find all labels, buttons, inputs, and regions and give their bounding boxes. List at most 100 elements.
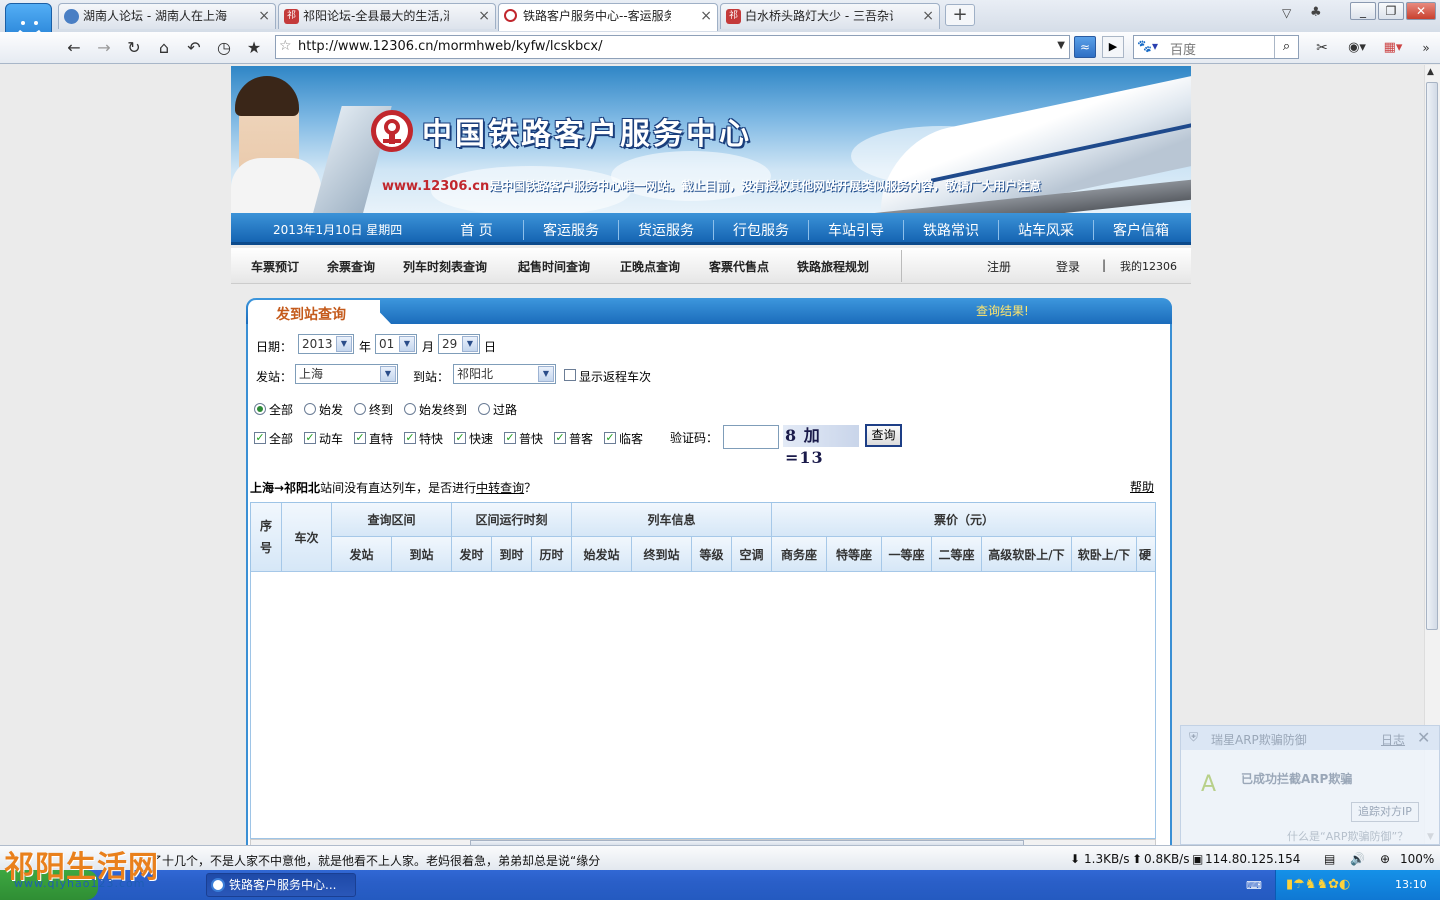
nav-luggage[interactable]: 行包服务 <box>713 220 808 240</box>
captcha-image[interactable]: 8 加 =13 <box>783 425 859 467</box>
subnav-sale-time[interactable]: 起售时间查询 <box>518 258 590 275</box>
radio-passing[interactable] <box>478 403 490 415</box>
search-icon[interactable]: ⌕ <box>1274 36 1298 58</box>
trace-ip-button[interactable]: 追踪对方IP <box>1351 802 1419 822</box>
volume-icon[interactable]: 🔊 <box>1350 852 1365 866</box>
nav-station-style[interactable]: 站车风采 <box>998 220 1093 240</box>
home-icon[interactable]: ⌂ <box>154 38 174 58</box>
no-direct-message: 上海→祁阳北站间没有直达列车，是否进行中转查询？ <box>250 479 536 496</box>
subnav-timetable[interactable]: 列车时刻表查询 <box>403 258 487 275</box>
return-trip-checkbox[interactable] <box>564 369 576 381</box>
close-icon[interactable]: × <box>922 4 934 28</box>
nav-customer-mailbox[interactable]: 客户信箱 <box>1093 220 1188 240</box>
tab-qiyang-forum[interactable]: 祁 祁阳论坛-全县最大的生活,消... × <box>278 3 496 29</box>
tray-app-icons[interactable]: ▮☂♞♞✿◐ <box>1286 877 1350 892</box>
minimize-button[interactable]: _ <box>1350 2 1376 20</box>
check-all[interactable]: ✓ <box>254 432 266 444</box>
nav-station-guide[interactable]: 车站引导 <box>808 220 903 240</box>
my12306-link[interactable]: 我的12306 <box>1120 258 1177 274</box>
check-direct[interactable]: ✓ <box>354 432 366 444</box>
tab-baishui[interactable]: 祁 白水桥头路灯大少 - 三吾杂谈... × <box>720 3 940 29</box>
banner-title: 中国铁路客户服务中心 <box>422 117 752 152</box>
tools-icon[interactable]: ▦▾ <box>1378 38 1408 58</box>
check-temporary[interactable]: ✓ <box>604 432 616 444</box>
check-normal[interactable]: ✓ <box>554 432 566 444</box>
history-icon[interactable]: ◷ <box>214 38 234 58</box>
zoom-icon[interactable]: ⊕ <box>1380 852 1390 866</box>
vertical-scroll-thumb[interactable] <box>1426 82 1438 630</box>
popup-help-link[interactable]: 什么是“ARP欺骗防御”？ <box>1287 828 1408 844</box>
subnav-book-ticket[interactable]: 车票预订 <box>251 258 299 275</box>
radio-all-label: 全部 <box>269 403 294 417</box>
day-unit: 日 <box>484 340 497 354</box>
radio-origin-terminal[interactable] <box>404 403 416 415</box>
taskbar-item-12306[interactable]: 铁路客户服务中心... <box>206 873 356 897</box>
arp-popup: ⛨ 瑞星ARP欺骗防御 日志 ✕ A 已成功拦截ARP欺骗 追踪对方IP 什么是… <box>1180 725 1440 845</box>
chevron-down-icon[interactable]: ▼ <box>1057 40 1065 51</box>
undo-icon[interactable]: ↶ <box>184 38 204 58</box>
year-select[interactable]: 2013 ▼ <box>298 334 354 354</box>
address-bar[interactable]: ☆ http://www.12306.cn/mormhweb/kyfw/lcsk… <box>275 35 1070 59</box>
from-station-select[interactable]: 上海 ▼ <box>295 364 398 384</box>
bookmark-star-icon[interactable]: ☆ <box>279 38 292 54</box>
day-select[interactable]: 29 ▼ <box>438 334 480 354</box>
register-link[interactable]: 注册 <box>987 258 1011 275</box>
scroll-up-icon[interactable]: ▲ <box>1427 67 1434 77</box>
forward-icon[interactable]: → <box>94 38 114 58</box>
nav-home[interactable]: 首 页 <box>429 220 524 240</box>
tab-hunan-forum[interactable]: 湖南人论坛 - 湖南人在上海 ... × <box>58 3 276 29</box>
tab-list-icon[interactable]: ▽ <box>1282 6 1291 20</box>
nav-passenger[interactable]: 客运服务 <box>523 220 618 240</box>
check-express[interactable]: ✓ <box>404 432 416 444</box>
close-window-button[interactable]: ✕ <box>1406 2 1436 20</box>
nav-railway-knowledge[interactable]: 铁路常识 <box>903 220 998 240</box>
close-icon[interactable]: × <box>700 4 712 28</box>
skin-icon[interactable]: ♣ <box>1310 5 1322 20</box>
network-icon: ▣ <box>1192 852 1204 866</box>
baidu-paw-icon[interactable]: 🐾▾ <box>1137 39 1158 53</box>
zoom-level[interactable]: 100% <box>1400 852 1434 866</box>
tab-label: 铁路客户服务中心--客运服务 <box>523 9 671 23</box>
route-text: 上海→祁阳北 <box>250 481 321 495</box>
captcha-input[interactable] <box>723 425 779 449</box>
new-tab-button[interactable]: + <box>945 4 975 26</box>
help-link[interactable]: 帮助 <box>1130 478 1154 495</box>
radio-origin[interactable] <box>304 403 316 415</box>
radio-terminal[interactable] <box>354 403 366 415</box>
search-box[interactable]: 🐾▾ 百度 ⌕ <box>1133 35 1299 59</box>
more-icon[interactable]: » <box>1416 38 1436 58</box>
image-icon[interactable]: ▤ <box>1324 852 1335 866</box>
subnav-delay[interactable]: 正晚点查询 <box>620 258 680 275</box>
transfer-query-link[interactable]: 中转查询 <box>476 481 524 495</box>
radio-all[interactable] <box>254 403 266 415</box>
close-icon[interactable]: × <box>258 4 270 28</box>
refresh-icon[interactable]: ↻ <box>124 38 144 58</box>
to-station-value: 祁阳北 <box>457 367 494 381</box>
check-fast[interactable]: ✓ <box>454 432 466 444</box>
keyboard-icon[interactable]: ⌨ <box>1246 879 1262 892</box>
subnav-remaining-tickets[interactable]: 余票查询 <box>327 258 375 275</box>
nav-freight[interactable]: 货运服务 <box>618 220 713 240</box>
close-icon[interactable]: × <box>478 4 490 28</box>
screenshot-icon[interactable]: ✂ <box>1312 38 1332 58</box>
go-icon[interactable]: ▶ <box>1102 36 1124 58</box>
check-normal-fast[interactable]: ✓ <box>504 432 516 444</box>
maximize-button[interactable]: ❐ <box>1378 2 1404 20</box>
popup-log-link[interactable]: 日志 <box>1381 731 1405 748</box>
query-button[interactable]: 查询 <box>865 424 902 447</box>
to-station-select[interactable]: 祁阳北 ▼ <box>453 364 556 384</box>
clock[interactable]: 13:10 <box>1395 878 1427 891</box>
login-link[interactable]: 登录 <box>1056 258 1080 275</box>
month-select[interactable]: 01 ▼ <box>375 334 417 354</box>
subnav-trip-planner[interactable]: 铁路旅程规划 <box>797 258 869 275</box>
ip-address: 114.80.125.154 <box>1205 852 1301 866</box>
back-icon[interactable]: ← <box>64 38 84 58</box>
operator-shirt <box>231 158 321 214</box>
subnav-agency[interactable]: 客票代售点 <box>709 258 769 275</box>
favorite-icon[interactable]: ★ <box>244 38 264 58</box>
check-emu[interactable]: ✓ <box>304 432 316 444</box>
camera-icon[interactable]: ◉▾ <box>1342 38 1372 58</box>
speed-mode-icon[interactable]: ≈ <box>1074 36 1096 58</box>
tab-12306[interactable]: 铁路客户服务中心--客运服务 × <box>498 3 718 31</box>
close-icon[interactable]: ✕ <box>1417 728 1430 747</box>
